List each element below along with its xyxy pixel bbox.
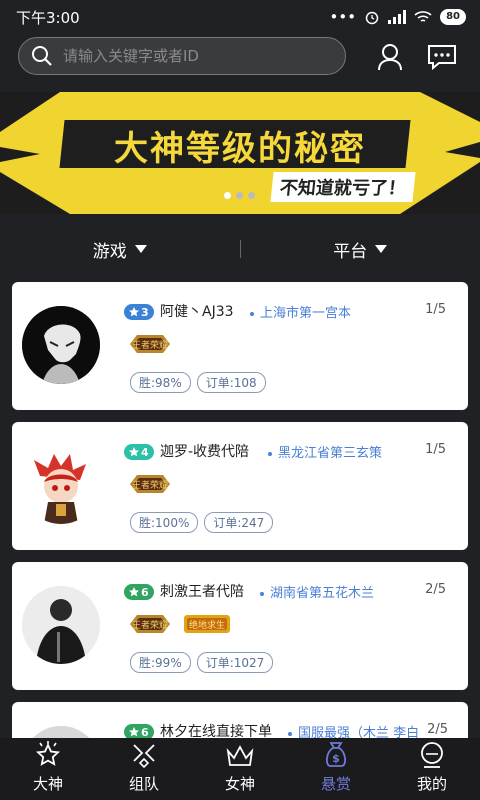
more-dots-icon: ••• xyxy=(329,8,357,26)
top-bar xyxy=(0,34,480,84)
tab-label: 女神 xyxy=(224,775,255,793)
tab-label: 悬赏 xyxy=(320,775,351,793)
star-crown-icon xyxy=(35,741,61,766)
tab-label: 组队 xyxy=(128,775,159,793)
profile-face-icon xyxy=(421,742,443,768)
game-logo: 王者荣耀 xyxy=(127,472,173,496)
level-number: 3 xyxy=(141,305,149,319)
search-icon xyxy=(32,46,52,66)
game-logo-text: 王者荣耀 xyxy=(132,339,168,351)
avatar xyxy=(22,446,100,524)
level-number: 6 xyxy=(141,585,149,599)
slot-count: 1/5 xyxy=(425,302,446,317)
tab-team[interactable]: 组队 xyxy=(96,738,192,800)
game-logo: 绝地求生 xyxy=(182,612,230,636)
bottom-tab-bar: 大神 组队 女神 $ 悬赏 我的 xyxy=(0,738,480,800)
star-icon xyxy=(129,307,139,317)
player-name: 迦罗-收费代陪 xyxy=(160,444,250,460)
avatar xyxy=(22,306,100,384)
game-filter[interactable]: 游戏 xyxy=(0,237,240,262)
player-location: 湖南省第五花木兰 xyxy=(260,582,374,601)
win-rate-tag: 胜:98% xyxy=(130,372,191,393)
stat-tags: 胜:100% 订单:247 xyxy=(130,512,274,533)
game-logo-text: 王者荣耀 xyxy=(132,479,168,491)
player-card[interactable]: 3 阿健丶AJ33 上海市第一宫本 1/5 王者荣耀 胜:98% 订单:108 xyxy=(12,282,468,410)
message-icon xyxy=(428,45,456,70)
win-rate-tag: 胜:99% xyxy=(130,652,191,673)
game-filter-label: 游戏 xyxy=(92,241,127,262)
messages-button[interactable] xyxy=(422,37,462,77)
platform-filter-label: 平台 xyxy=(333,241,368,262)
status-bar: 下午3:00 ••• 80 xyxy=(0,0,480,34)
level-badge: 6 xyxy=(124,584,154,600)
search-input[interactable] xyxy=(63,47,323,65)
orders-tag: 订单:247 xyxy=(204,512,274,533)
crown-icon xyxy=(226,745,254,766)
filter-bar: 游戏 平台 xyxy=(0,226,480,272)
wifi-icon xyxy=(414,11,432,22)
tab-mine[interactable]: 我的 xyxy=(384,738,480,800)
slot-count: 2/5 xyxy=(427,722,448,737)
promo-banner[interactable]: 大神等级的秘密 不知道就亏了！ xyxy=(0,92,480,214)
game-logo-text: 王者荣耀 xyxy=(132,619,168,631)
battery-level: 80 xyxy=(440,9,466,25)
star-icon xyxy=(129,447,139,457)
status-icons: ••• 80 xyxy=(330,8,466,26)
game-logo-text: 绝地求生 xyxy=(189,619,225,631)
search-box[interactable] xyxy=(18,37,346,75)
tab-label: 我的 xyxy=(416,775,447,793)
tab-dashen[interactable]: 大神 xyxy=(0,738,96,800)
platform-filter[interactable]: 平台 xyxy=(241,237,480,262)
level-badge: 3 xyxy=(124,304,154,320)
player-card[interactable]: 6 刺激王者代陪 湖南省第五花木兰 2/5 王者荣耀 绝地求生 胜:99% 订单… xyxy=(12,562,468,690)
star-icon xyxy=(129,727,139,737)
level-number: 4 xyxy=(141,445,149,459)
tab-goddess[interactable]: 女神 xyxy=(192,738,288,800)
carousel-dots xyxy=(224,192,255,199)
game-logo: 王者荣耀 xyxy=(127,612,173,636)
team-icon xyxy=(133,744,155,769)
level-badge: 4 xyxy=(124,444,154,460)
carousel-dot[interactable] xyxy=(236,192,243,199)
player-location: 黑龙江省第三玄策 xyxy=(268,442,382,461)
tab-bounty[interactable]: $ 悬赏 xyxy=(288,738,384,800)
profile-button[interactable] xyxy=(370,37,410,77)
banner-title: 大神等级的秘密 xyxy=(114,129,366,169)
carousel-dot[interactable] xyxy=(224,192,231,199)
win-rate-tag: 胜:100% xyxy=(130,512,199,533)
status-time: 下午3:00 xyxy=(16,8,80,27)
player-name: 阿健丶AJ33 xyxy=(160,304,234,320)
stat-tags: 胜:98% 订单:108 xyxy=(130,372,266,393)
money-bag-icon: $ xyxy=(326,742,346,767)
player-name: 刺激王者代陪 xyxy=(160,584,244,600)
banner-subtitle: 不知道就亏了！ xyxy=(270,172,416,202)
dropdown-arrow-icon xyxy=(375,245,388,253)
slot-count: 2/5 xyxy=(425,582,446,597)
user-icon xyxy=(378,44,402,71)
carousel-dot[interactable] xyxy=(248,192,255,199)
svg-text:$: $ xyxy=(332,752,340,765)
slot-count: 1/5 xyxy=(425,442,446,457)
player-location: 上海市第一宫本 xyxy=(250,302,351,321)
level-number: 6 xyxy=(141,725,149,739)
star-icon xyxy=(129,587,139,597)
game-logo: 王者荣耀 xyxy=(127,332,173,356)
signal-icon xyxy=(388,10,407,24)
alarm-icon xyxy=(365,11,379,25)
avatar xyxy=(22,586,100,664)
orders-tag: 订单:1027 xyxy=(196,652,274,673)
orders-tag: 订单:108 xyxy=(196,372,266,393)
tab-label: 大神 xyxy=(32,775,63,793)
stat-tags: 胜:99% 订单:1027 xyxy=(130,652,274,673)
dropdown-arrow-icon xyxy=(134,245,147,253)
player-card[interactable]: 4 迦罗-收费代陪 黑龙江省第三玄策 1/5 王者荣耀 胜:100% 订单:24… xyxy=(12,422,468,550)
